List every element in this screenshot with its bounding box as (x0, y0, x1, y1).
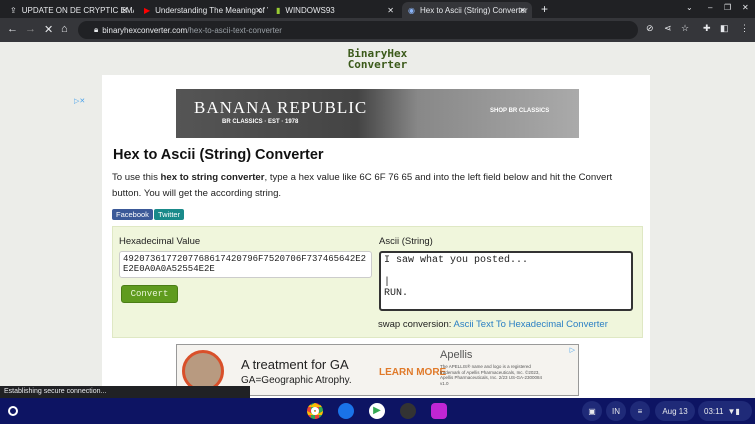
clipboard-icon[interactable]: ▣ (582, 401, 602, 421)
page-title: Hex to Ascii (String) Converter (113, 147, 324, 163)
system-tray[interactable]: 03:11 ▼ ▮ (698, 401, 752, 421)
forward-icon[interactable]: → (25, 23, 36, 35)
eye-off-icon[interactable]: ⊘ (646, 23, 654, 34)
hex-label: Hexadecimal Value (119, 236, 201, 247)
extensions-icon[interactable]: ✚ (703, 23, 711, 34)
swap-link[interactable]: Ascii Text To Hexadecimal Converter (454, 319, 608, 330)
roblox-icon[interactable] (400, 403, 416, 419)
youtube-icon: ▶ (144, 5, 151, 15)
restore-button[interactable]: ❐ (724, 3, 731, 12)
close-icon[interactable]: ✕ (255, 6, 262, 15)
tab-search-icon[interactable]: ⌄ (686, 3, 693, 12)
windows93-icon: ▮ (276, 5, 281, 15)
minimize-button[interactable]: – (708, 3, 712, 12)
close-window-button[interactable]: ✕ (742, 3, 749, 12)
input-method[interactable]: IN (606, 401, 626, 421)
hex-input[interactable]: 4920736177207768617420796F7520706F737465… (119, 251, 372, 278)
home-icon[interactable]: ⌂ (61, 23, 68, 35)
ascii-label: Ascii (String) (379, 236, 433, 247)
description: To use this hex to string converter, typ… (112, 172, 613, 199)
shelf: ▶ ▣ IN ≡ Aug 13 03:11 ▼ ▮ (0, 398, 755, 424)
adchoices-icon[interactable]: ▷✕ (74, 97, 85, 105)
close-icon[interactable]: ✕ (519, 6, 526, 15)
facebook-button[interactable]: Facebook (112, 209, 153, 220)
tab-cryptic-email[interactable]: ⇪ UPDATE ON DE CRYPTIC EMAIL ✕ (4, 2, 134, 18)
new-tab-button[interactable]: + (541, 2, 548, 16)
date-display[interactable]: Aug 13 (655, 401, 695, 421)
status-bubble: Establishing secure connection... (0, 386, 250, 398)
banner-ad[interactable]: BANANA REPUBLIC BR CLASSICS · EST · 1978… (176, 89, 579, 138)
address-bar[interactable]: 🔒︎ binaryhexconverter.com/hex-to-ascii-te… (78, 21, 638, 39)
toolbar: ← → ✕ ⌂ 🔒︎ binaryhexconverter.com/hex-to-… (0, 18, 755, 42)
files-icon[interactable] (338, 403, 354, 419)
tab-youtube[interactable]: ▶ Understanding The Meaning of V ✕ (138, 2, 268, 18)
stop-icon[interactable]: ✕ (44, 23, 53, 36)
close-icon[interactable]: ✕ (121, 6, 128, 15)
side-panel-icon[interactable]: ◧ (720, 23, 729, 34)
upload-icon: ⇪ (10, 5, 17, 15)
launcher-icon[interactable] (8, 406, 18, 416)
swap-conversion: swap conversion: Ascii Text To Hexadecim… (378, 319, 608, 330)
tab-hex-converter[interactable]: ◉ Hex to Ascii (String) Converter ✕ (402, 2, 532, 18)
menu-icon[interactable]: ⋮ (740, 23, 749, 34)
site-logo[interactable]: BinaryHex Converter (0, 48, 755, 70)
media-controls-icon[interactable]: ≡ (630, 401, 650, 421)
ascii-output[interactable]: I saw what you posted... | RUN. (379, 251, 633, 311)
share-icon[interactable]: ⋖ (664, 23, 672, 34)
lock-icon: 🔒︎ (94, 25, 99, 34)
play-store-icon[interactable]: ▶ (369, 403, 385, 419)
close-icon[interactable]: ✕ (387, 6, 394, 15)
back-icon[interactable]: ← (7, 23, 18, 35)
adchoices-icon[interactable]: ▷ (570, 346, 575, 354)
site-favicon: ◉ (408, 5, 415, 15)
wifi-icon: ▼ (727, 406, 736, 416)
star-icon[interactable]: ☆ (681, 23, 689, 34)
convert-button[interactable]: Convert (121, 285, 178, 303)
app-icon[interactable] (431, 403, 447, 419)
battery-icon: ▮ (735, 406, 740, 416)
tab-strip: ⇪ UPDATE ON DE CRYPTIC EMAIL ✕ ▶ Understand… (0, 0, 755, 18)
tab-windows93[interactable]: ▮ WINDOWS93 ✕ (270, 2, 400, 18)
chrome-icon[interactable] (307, 403, 323, 419)
twitter-button[interactable]: Twitter (154, 209, 185, 220)
